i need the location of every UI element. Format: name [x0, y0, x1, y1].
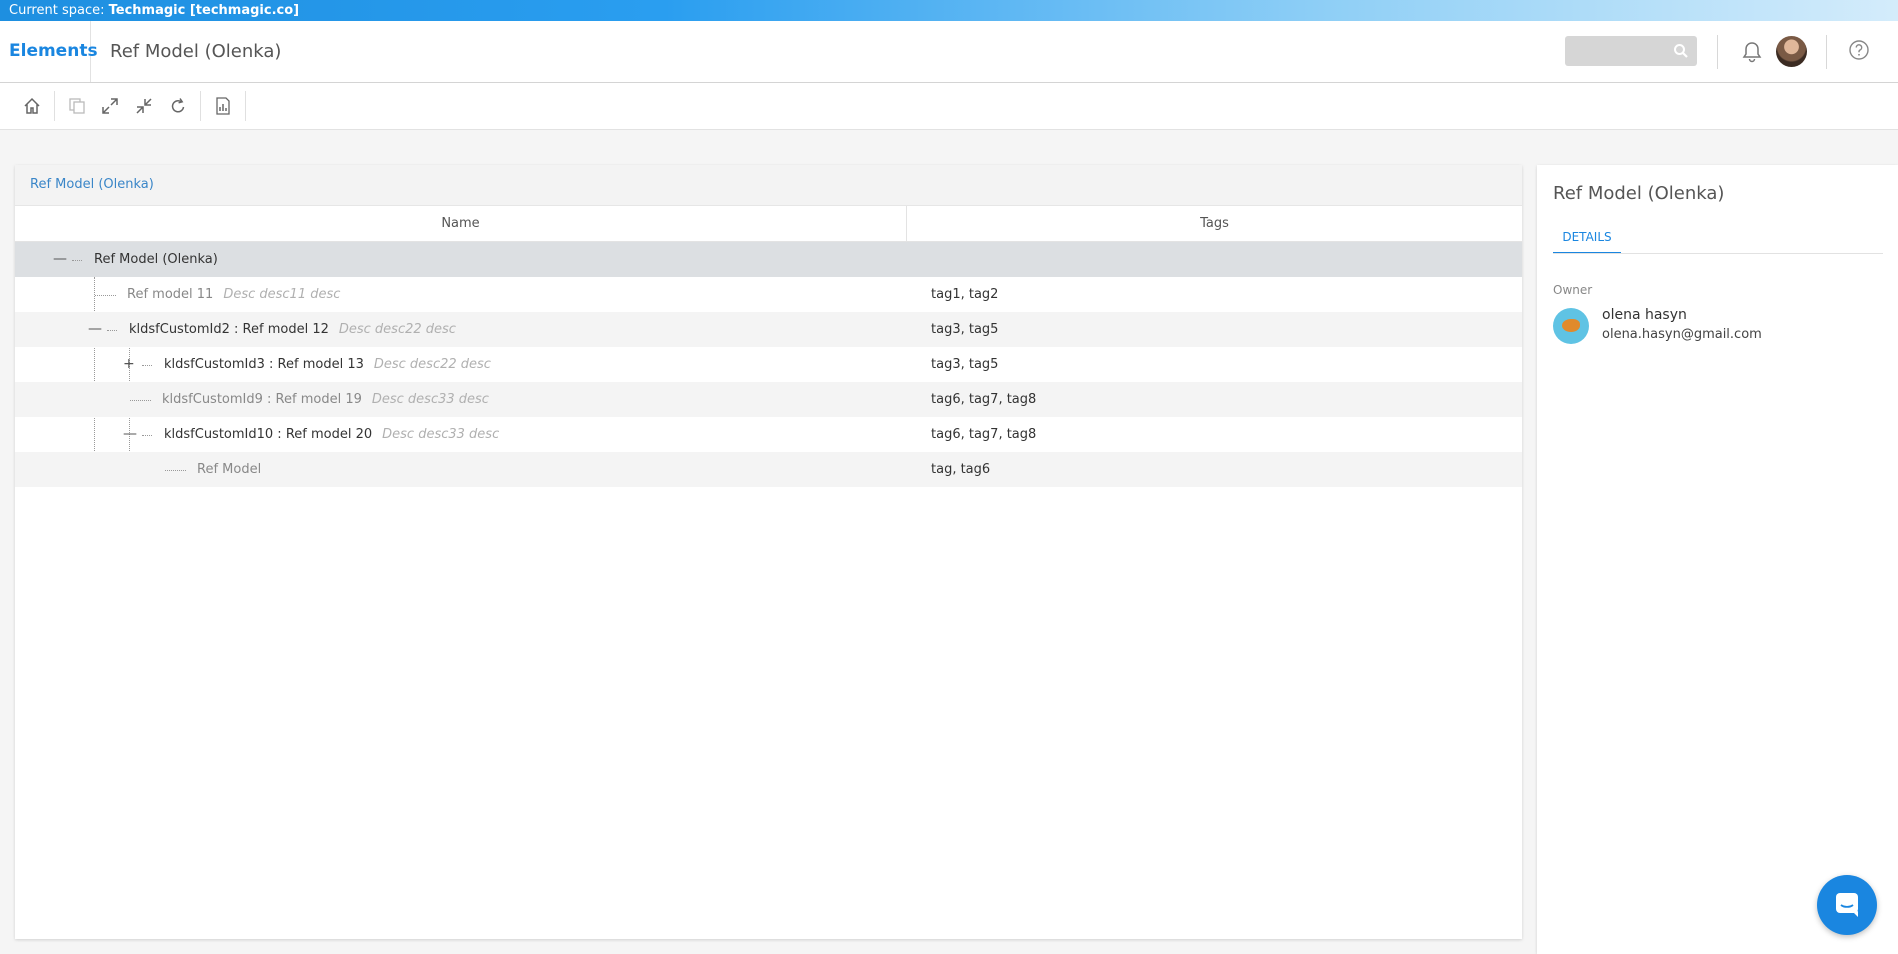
collapse-toggle[interactable]: —: [123, 417, 137, 452]
owner-email[interactable]: olena.hasyn@gmail.com: [1602, 327, 1762, 342]
details-title: Ref Model (Olenka): [1553, 183, 1725, 204]
report-icon[interactable]: [213, 96, 233, 116]
tree-item-desc: Desc desc33 desc: [382, 427, 500, 442]
search-input[interactable]: [1565, 36, 1681, 66]
brand-logo[interactable]: Elements: [0, 21, 98, 82]
search-icon[interactable]: [1673, 43, 1689, 63]
current-space-label: Current space:: [9, 3, 105, 18]
search-box[interactable]: [1565, 36, 1697, 66]
chat-icon: [1834, 891, 1860, 923]
chat-button[interactable]: [1817, 875, 1877, 935]
tab-details[interactable]: DETAILS: [1553, 222, 1621, 254]
home-icon[interactable]: [22, 96, 42, 116]
tree-row[interactable]: — Ref Model (Olenka): [15, 242, 1522, 277]
user-avatar[interactable]: [1776, 36, 1807, 67]
bell-icon[interactable]: [1742, 41, 1762, 67]
tree-row[interactable]: Ref Model tag, tag6: [15, 452, 1522, 487]
header-divider: [1826, 35, 1827, 69]
current-space-bar: Current space: Techmagic [techmagic.co]: [0, 0, 1898, 21]
refresh-icon[interactable]: [168, 96, 188, 116]
app-header: Elements Ref Model (Olenka): [0, 21, 1898, 83]
tab-divider: [1553, 253, 1883, 254]
tree-connector: [107, 330, 117, 331]
collapse-icon[interactable]: [134, 96, 154, 116]
tree-item-name[interactable]: Ref Model: [197, 452, 261, 487]
tree-row[interactable]: — kldsfCustomId10 : Ref model 20 Desc des…: [15, 417, 1522, 452]
tree-connector: [142, 365, 152, 366]
tree-item-desc: Desc desc11 desc: [223, 287, 341, 302]
tree-item-tags: tag, tag6: [931, 462, 991, 477]
help-icon[interactable]: [1848, 39, 1870, 65]
details-panel: Ref Model (Olenka) DETAILS Owner olena h…: [1537, 165, 1898, 954]
collapse-toggle[interactable]: —: [88, 312, 102, 347]
tree-item-name[interactable]: kldsfCustomId9 : Ref model 19 Desc desc33…: [162, 382, 489, 417]
page-title: Ref Model (Olenka): [110, 41, 282, 62]
tree-item-tags: tag6, tag7, tag8: [931, 392, 1037, 407]
tree-row[interactable]: + kldsfCustomId3 : Ref model 13 Desc desc…: [15, 347, 1522, 382]
tree-connector: [72, 260, 82, 261]
tree-connector: [165, 470, 186, 471]
tree-connector: [142, 435, 152, 436]
toolbar-divider: [54, 91, 55, 121]
tree-item-tags: tag1, tag2: [931, 287, 999, 302]
tree-item-desc: Desc desc22 desc: [373, 357, 491, 372]
expand-toggle[interactable]: +: [123, 347, 135, 382]
owner-avatar: [1553, 308, 1589, 344]
tree-connector: [95, 295, 116, 296]
table-header: Name Tags: [15, 206, 1522, 242]
tree-item-desc: Desc desc33 desc: [371, 392, 489, 407]
tree-body: — Ref Model (Olenka) Ref model 11 Desc de…: [15, 242, 1522, 487]
current-space-value[interactable]: Techmagic [techmagic.co]: [109, 3, 299, 18]
tree-item-desc: Desc desc22 desc: [338, 322, 456, 337]
tree-item-name[interactable]: kldsfCustomId2 : Ref model 12 Desc desc22…: [129, 312, 456, 347]
owner-name: olena hasyn: [1602, 307, 1687, 323]
copy-icon[interactable]: [67, 96, 87, 116]
toolbar: [0, 83, 1898, 130]
tree-row[interactable]: Ref model 11 Desc desc11 desc tag1, tag2: [15, 277, 1522, 312]
breadcrumb[interactable]: Ref Model (Olenka): [15, 165, 1522, 206]
tree-item-name[interactable]: kldsfCustomId10 : Ref model 20 Desc desc3…: [164, 417, 499, 452]
tree-panel: Ref Model (Olenka) Name Tags — Ref Model…: [15, 165, 1522, 939]
tree-item-tags: tag3, tag5: [931, 357, 999, 372]
toolbar-divider: [200, 91, 201, 121]
column-header-name[interactable]: Name: [15, 206, 907, 241]
tree-item-name[interactable]: Ref Model (Olenka): [94, 242, 218, 277]
tree-row[interactable]: — kldsfCustomId2 : Ref model 12 Desc desc…: [15, 312, 1522, 347]
column-header-tags[interactable]: Tags: [907, 206, 1522, 241]
toolbar-divider: [245, 91, 246, 121]
header-divider: [1717, 35, 1718, 69]
tree-row[interactable]: kldsfCustomId9 : Ref model 19 Desc desc33…: [15, 382, 1522, 417]
tree-item-name[interactable]: Ref model 11 Desc desc11 desc: [127, 277, 340, 312]
tree-connector: [130, 400, 151, 401]
owner-label: Owner: [1553, 283, 1593, 297]
tree-item-tags: tag3, tag5: [931, 322, 999, 337]
expand-icon[interactable]: [100, 96, 120, 116]
tree-item-name[interactable]: kldsfCustomId3 : Ref model 13 Desc desc22…: [164, 347, 491, 382]
collapse-toggle[interactable]: —: [53, 242, 67, 277]
tree-item-tags: tag6, tag7, tag8: [931, 427, 1037, 442]
fox-icon: [1562, 319, 1580, 332]
